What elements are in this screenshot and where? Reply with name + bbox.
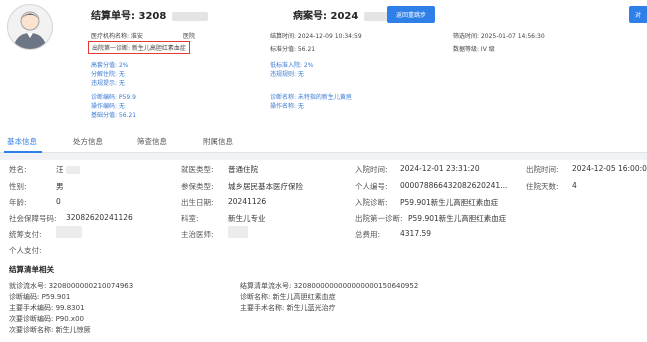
op-name: 操作名称: 无 [270,103,304,110]
metric-violation-rule: 违规规则: 无 [270,71,304,78]
ssn-value: 32082620241126 [66,213,133,222]
age-label: 年龄: [9,198,27,207]
discharge-time-label: 出院时间: [526,165,559,174]
dept-value: 新生儿专业 [228,214,266,223]
total-cost-value: 4317.59 [400,229,432,238]
right-action-button[interactable]: 对 [629,6,647,23]
user-avatar-icon [13,11,47,49]
gender-value: 男 [56,182,64,191]
settlement-number: 结算单号: 3208 [91,7,209,22]
name-value: 汪 [56,164,80,175]
personal-id-value: 000078866432082620241... [400,181,508,190]
diag-name: 诊断名称: 未特指的新生儿黄疸 [270,94,352,101]
pool-pay-value [56,226,82,238]
settlement-left-0: 就诊流水号: 32080000002100749​63 [9,282,134,290]
settlement-right-1: 诊断名称: 新生儿高胆红素血症 [240,293,336,301]
settlement-right-2: 主要手术名称: 新生儿蓝光治疗 [240,304,336,312]
settlement-section-title: 结算清单相关 [9,265,54,274]
tab-prescription[interactable]: 处方信息 [73,136,103,147]
stay-days-value: 4 [572,181,577,190]
insurance-type-value: 城乡居民基本医疗保险 [228,182,303,191]
avatar [7,4,53,50]
birth-value: 20241126 [228,197,267,206]
tab-basic-info[interactable]: 基本信息 [7,136,37,147]
pool-pay-label: 统筹支付: [9,230,42,239]
total-cost-label: 总费用: [355,230,381,239]
org-type: 医院 [183,33,196,40]
personal-id-label: 个人编号: [355,182,388,191]
dept-label: 科室: [181,214,199,223]
name-label: 姓名: [9,165,27,174]
settlement-left-1: 诊断编码: P59.901 [9,293,71,301]
ssn-label: 社会保障号码: [9,214,57,223]
discharge-time-value: 2024-12-05 16:00:06 [572,164,647,173]
settlement-left-3: 次要诊断编码: P90.x00 [9,315,84,323]
doctor-value [228,226,248,238]
admit-diag-label: 入院诊断: [355,198,388,207]
visit-type-label: 就医类型: [181,165,214,174]
settlement-left-2: 主要手术编码: 99.8301 [9,304,85,312]
base-score: 基础分值: 56.21 [91,112,137,119]
tab-attached[interactable]: 附属信息 [203,136,233,147]
self-pay-label: 个人支付: [9,246,42,255]
section-band [0,153,647,160]
filter-time: 筛选时间: 2025-01-07 14:56:30 [453,33,545,40]
age-value: 0 [56,197,61,206]
settlement-right-0: 结算清单流水号: 3208000000000000000150640952 [240,282,419,290]
visit-type-value: 普通住院 [228,165,258,174]
metric-violation-hint: 违规提示: 无 [91,80,125,87]
data-level: 数据等级: IV 级 [453,46,495,53]
admit-diag-value: P59.901新生儿高胆红素血症 [400,198,499,207]
tab-screening[interactable]: 筛查信息 [137,136,167,147]
stay-days-label: 住院天数: [526,182,559,191]
doctor-label: 主治医师: [181,230,214,239]
admit-time-label: 入院时间: [355,165,388,174]
metric-low-standard: 低标准入院: 2% [270,62,314,69]
first-diagnosis: 出院第一诊断: 新生儿高胆红素血症 [88,41,190,54]
settle-time: 结算时间: 2024-12-09 10:34:59 [270,33,362,40]
diag-code: 诊断编码: P59.9 [91,94,136,101]
metric-high-score: 高套分值: 2% [91,62,129,69]
admit-time-value: 2024-12-01 23:31:20 [400,164,480,173]
birth-label: 出生日期: [181,198,214,207]
insurance-type-label: 参保类型: [181,182,214,191]
standard-score: 标准分值: 56.21 [270,46,316,53]
org-name: 医疗机构名称: 淮安 [91,33,143,40]
return-button[interactable]: 返回重跳步 [387,6,436,23]
discharge-diag-label: 出院第一诊断: [355,214,403,223]
gender-label: 性别: [9,182,27,191]
metric-split-stay: 分解住院: 无 [91,71,125,78]
discharge-diag-value: P59.901新生儿高胆红素血症 [408,214,507,223]
op-code: 操作编码: 无 [91,103,125,110]
settlement-left-4: 次要诊断名称: 新生儿惊厥 [9,326,91,334]
case-number: 病案号: 2024 [293,7,401,22]
